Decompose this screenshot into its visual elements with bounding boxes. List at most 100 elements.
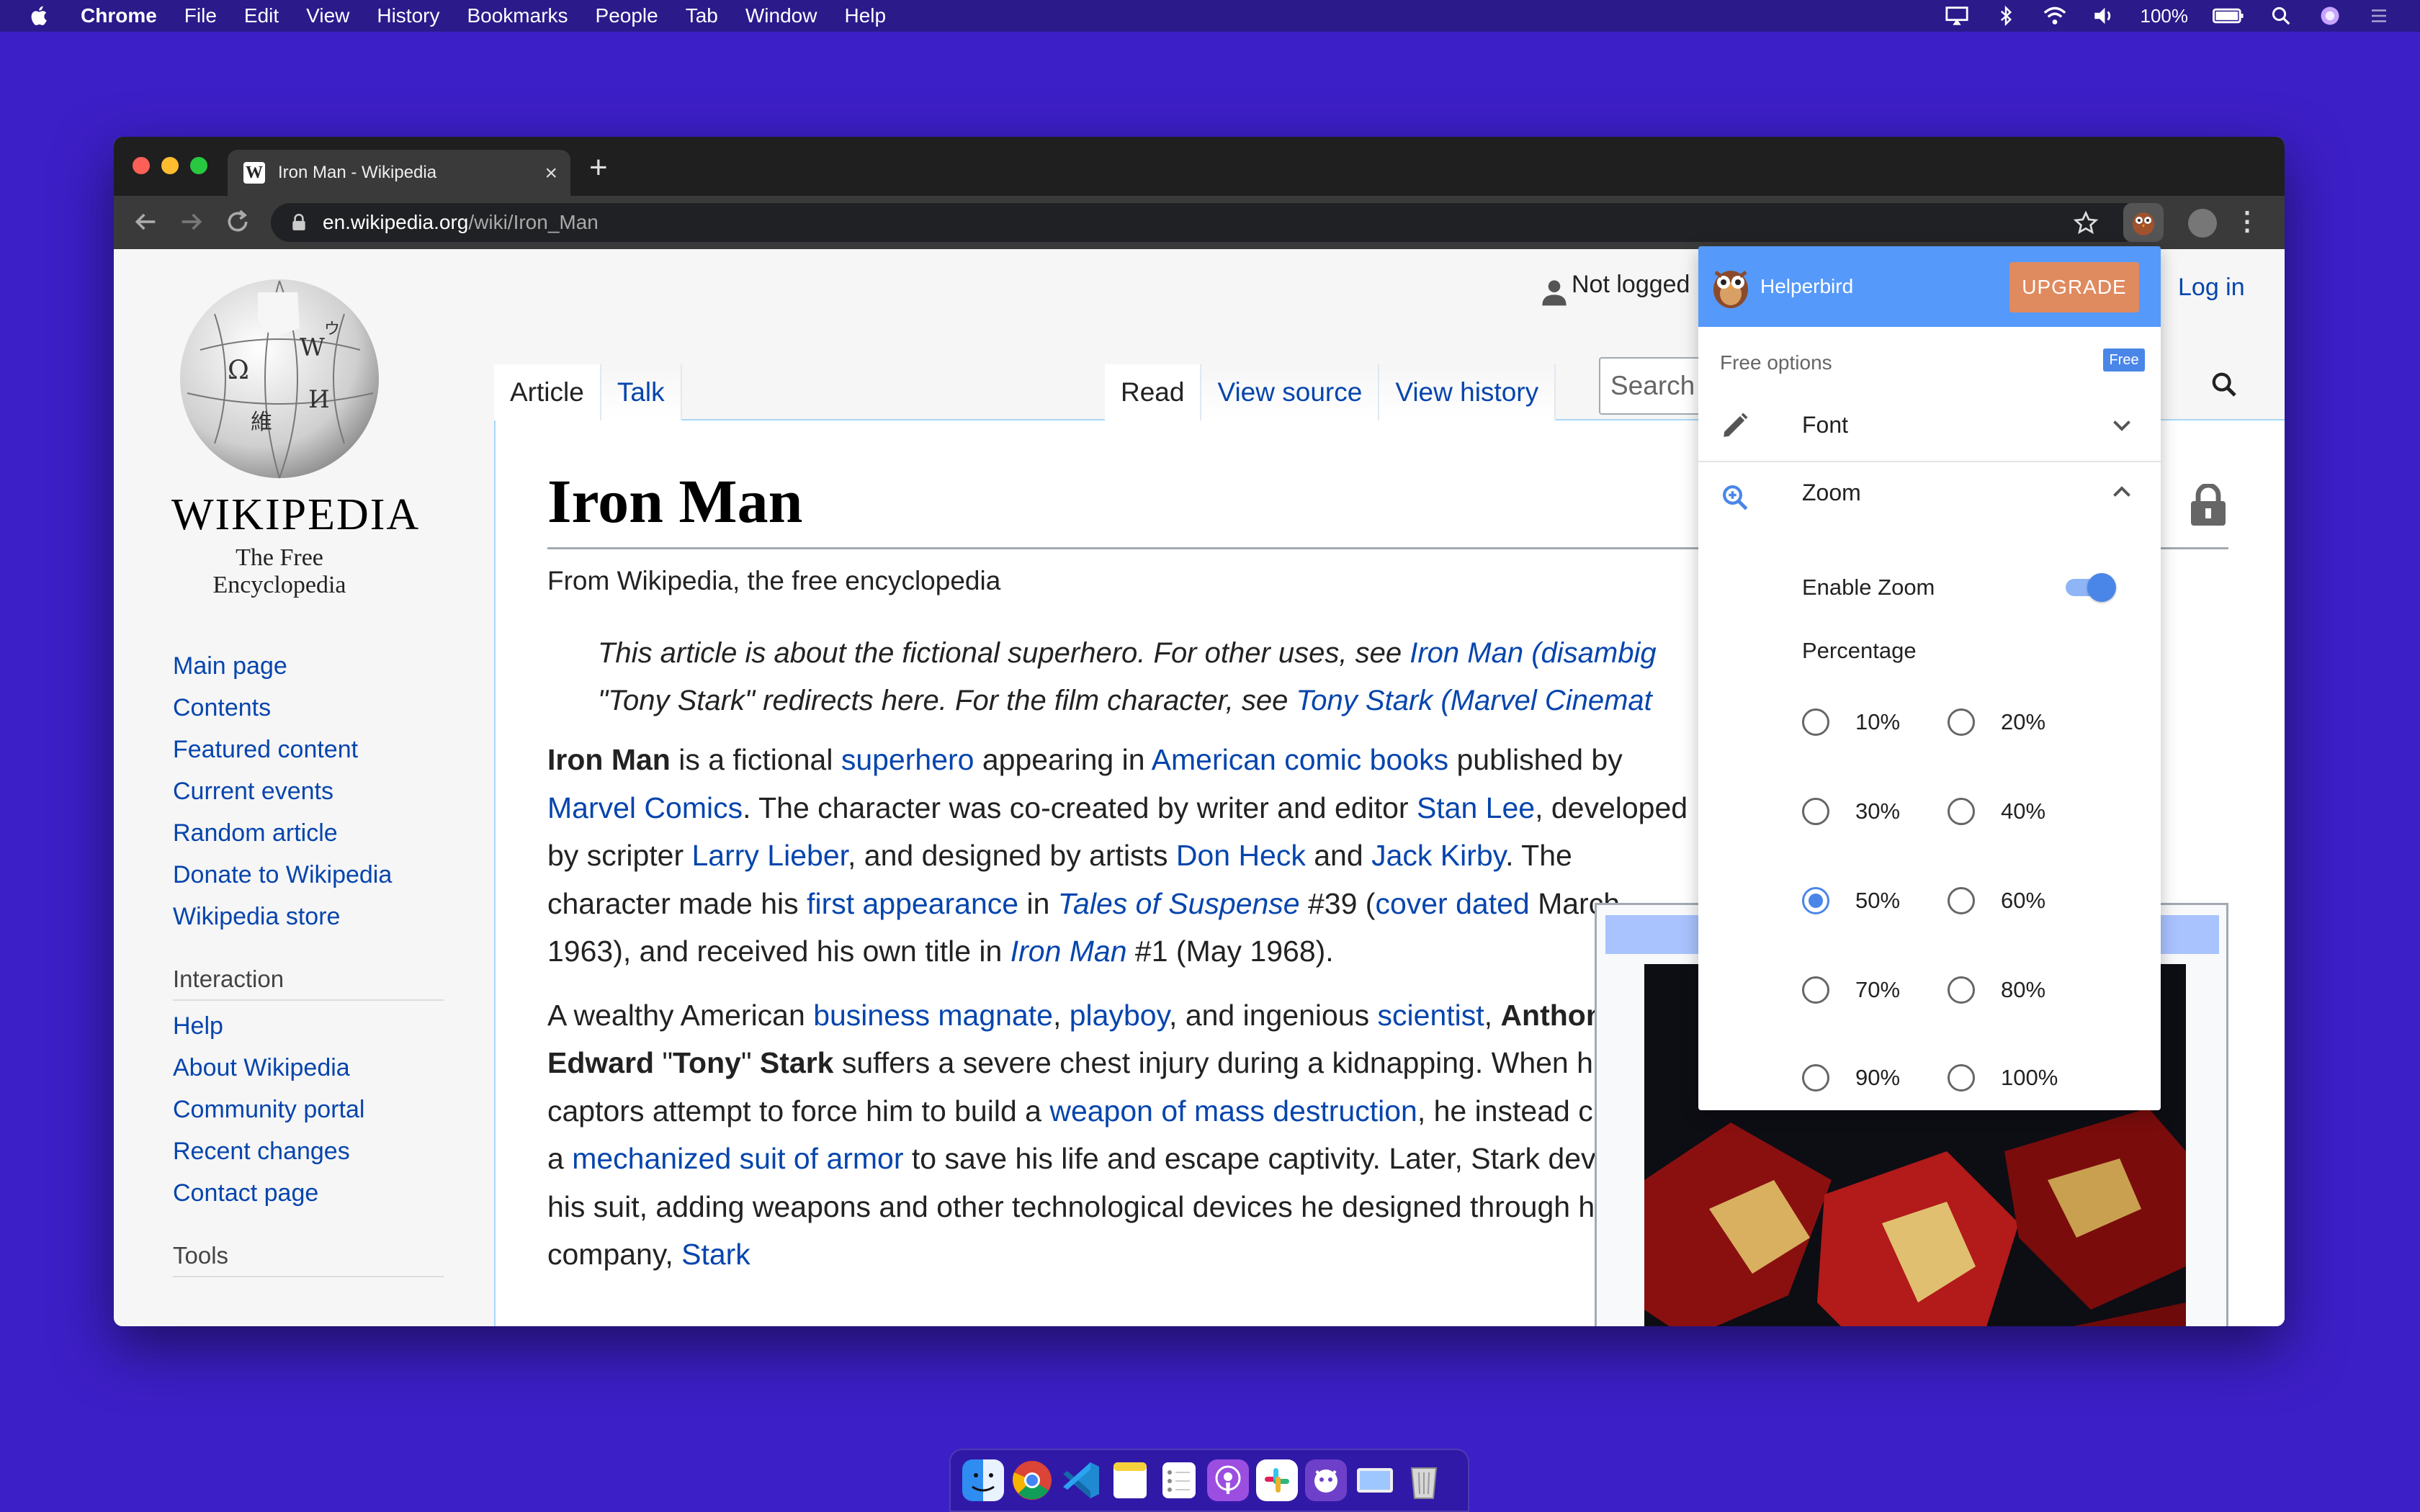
chevron-up-icon[interactable] [2109,480,2135,505]
radio-circle[interactable] [1948,708,1975,736]
lock-icon[interactable] [291,213,307,232]
profile-avatar[interactable] [2188,209,2217,238]
article-link[interactable]: Larry Lieber [692,839,848,872]
article-link[interactable]: playboy [1070,999,1169,1032]
chevron-down-icon[interactable] [2109,412,2135,438]
hatnote-link[interactable]: Tony Stark (Marvel Cinemat [1296,685,1652,716]
sidebar-item-donate[interactable]: Donate to Wikipedia [173,854,447,896]
tab-talk[interactable]: Talk [601,364,682,420]
article-link[interactable]: weapon of mass destruction [1049,1094,1417,1128]
trash-icon[interactable] [1403,1459,1445,1501]
apple-icon[interactable] [27,4,52,28]
article-link[interactable]: mechanized suit of armor [572,1142,903,1175]
article-link[interactable]: Don Heck [1176,839,1306,872]
article-link[interactable]: superhero [841,743,974,776]
sidebar-item-current-events[interactable]: Current events [173,770,447,812]
zoom-radio-70[interactable]: 70% [1802,976,1900,1004]
menu-bookmarks[interactable]: Bookmarks [467,4,568,27]
chrome-menu-icon[interactable]: ⋮ [2234,206,2260,236]
radio-circle[interactable] [1802,798,1829,825]
article-link[interactable]: Marvel Comics [547,791,743,824]
radio-circle[interactable] [1948,1064,1975,1092]
airplay-icon[interactable] [1945,5,1969,27]
sidebar-item-about[interactable]: About Wikipedia [173,1047,447,1089]
close-window-button[interactable] [133,157,150,174]
login-link[interactable]: Log in [2178,274,2245,302]
zoom-radio-50[interactable]: 50% [1802,887,1900,914]
menu-history[interactable]: History [377,4,439,27]
tab-article[interactable]: Article [494,364,601,420]
new-tab-button[interactable]: + [589,150,608,186]
zoom-radio-10[interactable]: 10% [1802,708,1900,736]
zoom-radio-30[interactable]: 30% [1802,798,1900,825]
radio-circle[interactable] [1948,976,1975,1004]
menu-people[interactable]: People [596,4,658,27]
github-desktop-icon[interactable] [1305,1459,1347,1501]
finder-icon[interactable] [962,1459,1004,1501]
helperbird-extension-icon[interactable] [2123,203,2164,242]
reload-icon[interactable] [223,207,252,236]
article-link[interactable]: American comic books [1152,743,1448,776]
slack-icon[interactable] [1256,1459,1298,1501]
zoom-radio-20[interactable]: 20% [1948,708,2045,736]
tab-view-source[interactable]: View source [1201,364,1380,420]
tab-read[interactable]: Read [1105,364,1202,420]
tab-view-history[interactable]: View history [1379,364,1556,420]
radio-circle[interactable] [1802,976,1829,1004]
menu-view[interactable]: View [306,4,349,27]
spotlight-search-icon[interactable] [2269,5,2293,27]
article-link[interactable]: Tales of Suspense [1058,887,1300,920]
radio-circle-selected[interactable] [1802,887,1829,914]
sidebar-item-main-page[interactable]: Main page [173,645,447,687]
font-option-row[interactable]: Font [1698,390,2161,459]
zoom-radio-40[interactable]: 40% [1948,798,2045,825]
siri-icon[interactable] [2318,5,2342,27]
radio-circle[interactable] [1948,798,1975,825]
sidebar-item-store[interactable]: Wikipedia store [173,896,447,937]
search-icon[interactable] [2210,370,2238,399]
article-link[interactable]: business magnate [813,999,1053,1032]
volume-icon[interactable] [2092,5,2116,27]
zoom-radio-100[interactable]: 100% [1948,1064,2058,1092]
article-link[interactable]: Iron Man [1010,935,1127,968]
radio-circle[interactable] [1802,708,1829,736]
notes-icon[interactable] [1109,1459,1151,1501]
zoom-window-button[interactable] [190,157,207,174]
radio-circle[interactable] [1802,1064,1829,1092]
radio-circle[interactable] [1948,887,1975,914]
podcasts-icon[interactable] [1207,1459,1249,1501]
menu-tab[interactable]: Tab [686,4,718,27]
sidebar-item-help[interactable]: Help [173,1005,447,1047]
close-tab-icon[interactable]: × [544,161,557,186]
browser-tab-active[interactable]: W Iron Man - Wikipedia × [228,150,570,196]
article-link[interactable]: scientist [1378,999,1484,1032]
sidebar-item-contact[interactable]: Contact page [173,1172,447,1214]
preview-icon[interactable] [1354,1459,1396,1501]
menu-file[interactable]: File [184,4,217,27]
minimize-window-button[interactable] [161,157,179,174]
bluetooth-icon[interactable] [1994,5,2018,27]
hatnote-link[interactable]: Iron Man (disambig [1410,637,1656,669]
menu-help[interactable]: Help [844,4,886,27]
zoom-option-row[interactable]: Zoom [1698,462,2161,531]
chrome-icon[interactable] [1011,1459,1053,1501]
wikipedia-globe-logo[interactable]: Ω WИ 維 ウ [171,271,387,487]
vscode-icon[interactable] [1060,1459,1102,1501]
menu-window[interactable]: Window [745,4,817,27]
article-link[interactable]: Stark [681,1238,750,1271]
reminders-icon[interactable] [1158,1459,1200,1501]
article-link[interactable]: cover dated [1375,887,1529,920]
forward-arrow-icon[interactable] [177,207,206,236]
protected-page-lock-icon[interactable] [2188,484,2228,527]
back-arrow-icon[interactable] [131,207,160,236]
sidebar-item-community-portal[interactable]: Community portal [173,1089,447,1130]
enable-zoom-toggle[interactable] [2066,572,2116,603]
article-link[interactable]: Jack Kirby [1371,839,1505,872]
upgrade-button[interactable]: UPGRADE [2009,262,2139,312]
article-link[interactable]: first appearance [807,887,1018,920]
zoom-radio-60[interactable]: 60% [1948,887,2045,914]
sidebar-item-featured-content[interactable]: Featured content [173,729,447,770]
sidebar-item-recent-changes[interactable]: Recent changes [173,1130,447,1172]
sidebar-item-random-article[interactable]: Random article [173,812,447,854]
wifi-icon[interactable] [2043,5,2067,27]
